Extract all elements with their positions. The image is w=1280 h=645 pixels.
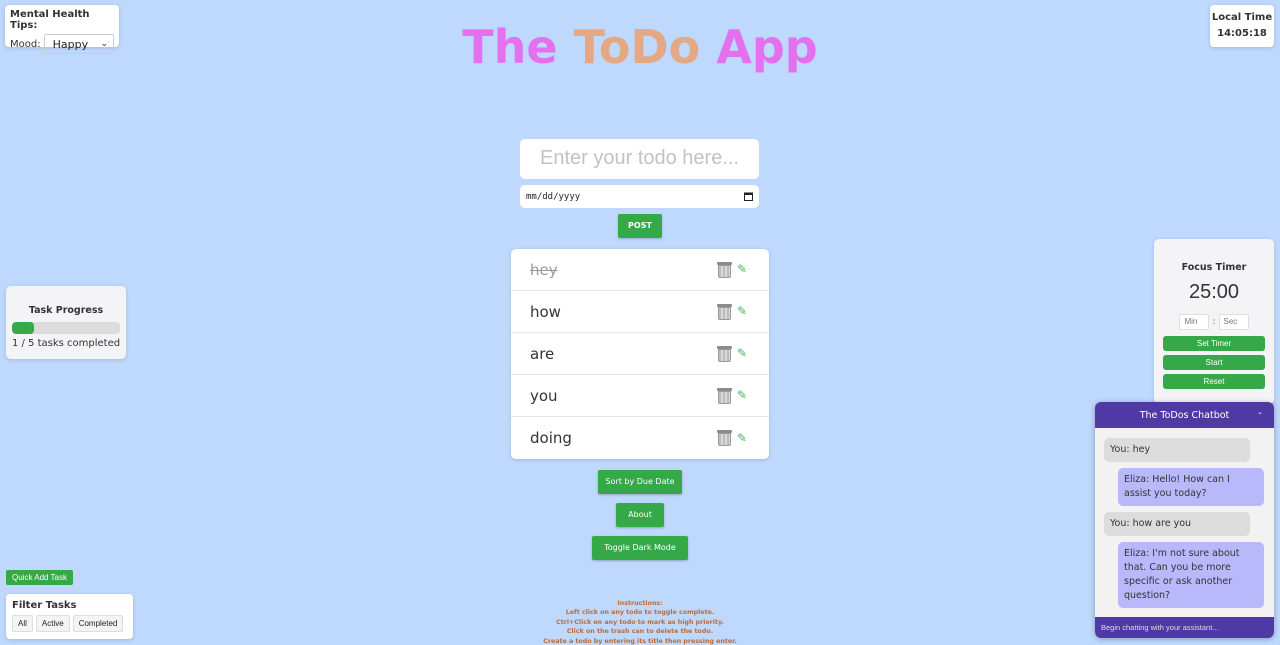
todo-text[interactable]: hey <box>530 261 558 279</box>
pencil-icon[interactable]: ✎ <box>737 347 750 360</box>
instruction-line: Click on the trash can to delete the tod… <box>566 628 714 636</box>
reset-timer-button[interactable]: Reset <box>1163 374 1265 389</box>
todo-text[interactable]: you <box>530 387 558 405</box>
post-button[interactable]: POST <box>618 214 662 238</box>
local-time-label: Local Time <box>1211 12 1273 23</box>
progress-label: 1 / 5 tasks completed <box>11 338 121 349</box>
chat-message-user: You: hey <box>1104 438 1250 462</box>
pencil-icon[interactable]: ✎ <box>737 263 750 276</box>
instructions: Instructions: Left click on any todo to … <box>440 599 840 645</box>
filter-tasks-title: Filter Tasks <box>12 600 77 611</box>
instructions-heading: Instructions: <box>617 600 663 607</box>
chat-message-bot: Eliza: Hello! How can I assist you today… <box>1118 468 1264 506</box>
instruction-line: Left click on any todo to toggle complet… <box>565 609 715 617</box>
calendar-icon[interactable] <box>744 192 753 201</box>
trash-icon[interactable] <box>717 261 732 278</box>
title-part-app: App <box>700 20 818 74</box>
filter-completed-button[interactable]: Completed <box>72 615 124 632</box>
progress-bar <box>12 322 120 334</box>
chat-input[interactable]: Begin chatting with your assistant... <box>1095 617 1274 638</box>
chat-message-bot: Eliza: I'm not sure about that. Can you … <box>1118 542 1264 608</box>
set-timer-button[interactable]: Set Timer <box>1163 336 1265 351</box>
trash-icon[interactable] <box>717 345 732 362</box>
toggle-dark-mode-button[interactable]: Toggle Dark Mode <box>592 536 688 560</box>
todo-item[interactable]: are ✎ <box>511 333 769 375</box>
quick-add-task-button[interactable]: Quick Add Task <box>6 570 73 585</box>
timer-minutes-input[interactable]: Min <box>1179 314 1210 330</box>
todo-item[interactable]: hey ✎ <box>511 249 769 291</box>
start-timer-button[interactable]: Start <box>1163 355 1265 370</box>
local-time-widget: Local Time 14:05:18 <box>1210 5 1274 47</box>
timer-display: 25:00 <box>1188 281 1240 303</box>
todo-item[interactable]: you ✎ <box>511 375 769 417</box>
sort-by-due-date-button[interactable]: Sort by Due Date <box>598 470 682 494</box>
todo-text[interactable]: how <box>530 303 561 321</box>
minimize-icon[interactable]: - <box>1258 408 1262 419</box>
todo-item[interactable]: doing ✎ <box>511 417 769 459</box>
chat-message-user: You: how are you <box>1104 512 1250 536</box>
focus-timer-widget: Focus Timer 25:00 Min : Sec Set Timer St… <box>1154 239 1274 404</box>
date-placeholder: mm/dd/yyyy <box>526 191 581 202</box>
chat-messages: You: hey Eliza: Hello! How can I assist … <box>1095 428 1274 617</box>
chatbot-title: The ToDos Chatbot <box>1139 409 1230 421</box>
todo-list: hey ✎ how ✎ are ✎ you ✎ doing ✎ <box>511 249 769 459</box>
todo-item[interactable]: how ✎ <box>511 291 769 333</box>
todo-text[interactable]: are <box>530 345 554 363</box>
trash-icon[interactable] <box>717 303 732 320</box>
chatbot-panel: The ToDos Chatbot - You: hey Eliza: Hell… <box>1095 402 1274 638</box>
due-date-input[interactable]: mm/dd/yyyy <box>520 185 759 208</box>
local-time-value: 14:05:18 <box>1217 28 1267 39</box>
trash-icon[interactable] <box>717 430 732 446</box>
task-progress-widget: Task Progress 1 / 5 tasks completed <box>6 286 126 359</box>
title-part-todo: ToDo <box>573 20 701 74</box>
timer-separator: : <box>1212 317 1216 327</box>
focus-timer-title: Focus Timer <box>1181 262 1247 273</box>
pencil-icon[interactable]: ✎ <box>737 431 750 445</box>
title-part-the: The <box>462 20 574 74</box>
filter-all-button[interactable]: All <box>12 615 33 632</box>
progress-bar-fill <box>12 322 34 334</box>
todo-container: Enter your todo here... mm/dd/yyyy POST … <box>511 132 769 459</box>
instruction-line: Create a todo by entering its title then… <box>543 637 737 645</box>
todo-input[interactable]: Enter your todo here... <box>520 139 759 179</box>
filter-active-button[interactable]: Active <box>35 615 70 632</box>
filter-tasks-widget: Filter Tasks All Active Completed <box>6 594 133 639</box>
pencil-icon[interactable]: ✎ <box>737 305 750 318</box>
trash-icon[interactable] <box>717 387 732 404</box>
instruction-line: Ctrl+Click on any todo to mark as high p… <box>556 618 724 626</box>
todo-text[interactable]: doing <box>530 429 572 447</box>
task-progress-title: Task Progress <box>28 305 104 316</box>
app-title: The ToDo App <box>0 20 1280 74</box>
pencil-icon[interactable]: ✎ <box>737 389 750 402</box>
chatbot-header[interactable]: The ToDos Chatbot - <box>1095 402 1274 428</box>
about-button[interactable]: About <box>616 503 664 527</box>
timer-seconds-input[interactable]: Sec <box>1218 314 1249 330</box>
